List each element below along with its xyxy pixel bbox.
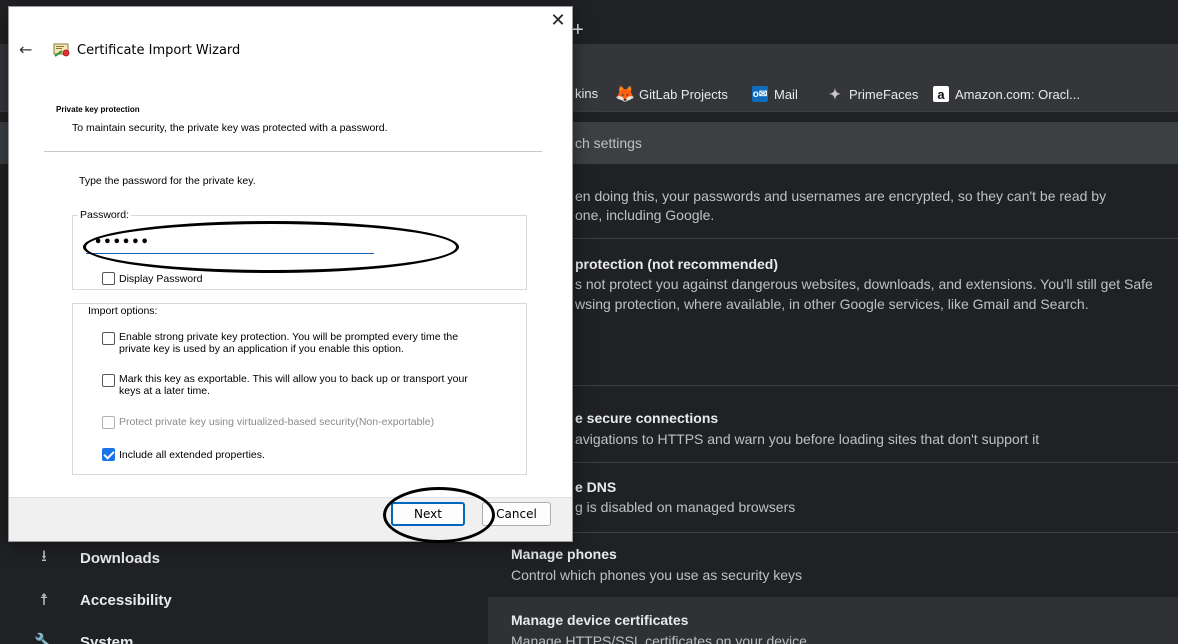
strong-protection-checkbox[interactable] <box>102 332 115 345</box>
bookmark-label: PrimeFaces <box>849 86 919 102</box>
nav-item-label: System <box>80 633 134 644</box>
accessibility-icon: ☨ <box>39 592 49 609</box>
wizard-separator <box>44 151 542 152</box>
secure-connections-text: avigations to HTTPS and warn you before … <box>575 431 1040 447</box>
strong-protection-label: Enable strong private key protection. Yo… <box>119 331 458 355</box>
nav-item-label: Downloads <box>80 549 161 567</box>
settings-left-nav: ⭳ Downloads ☨ Accessibility 🔧 System <box>0 538 488 644</box>
bookmark-label: Mail <box>774 86 798 102</box>
bookmark-amazon[interactable]: a Amazon.com: Oracl... <box>933 86 1080 102</box>
nav-item-label: Accessibility <box>80 591 172 609</box>
option-line: Enable strong private key protection. Yo… <box>119 331 459 343</box>
display-password-checkbox[interactable] <box>102 272 115 285</box>
manage-certs-text: Manage HTTPS/SSL certificates on your de… <box>511 633 807 644</box>
manage-phones-title[interactable]: Manage phones <box>511 546 617 562</box>
virtualized-security-label: Protect private key using virtualized-ba… <box>119 416 435 428</box>
bookmark-label: kins <box>575 86 599 101</box>
manage-phones-text: Control which phones you use as security… <box>511 567 803 583</box>
next-button[interactable]: Next <box>391 502 465 526</box>
cancel-button[interactable]: Cancel <box>482 502 551 526</box>
no-protection-title[interactable]: protection (not recommended) <box>575 256 778 272</box>
gitlab-icon: 🦊 <box>615 86 635 103</box>
manage-certs-title: Manage device certificates <box>511 612 689 628</box>
bookmark-label: GitLab Projects <box>639 86 728 102</box>
virtualized-security-checkbox <box>102 416 115 429</box>
download-icon: ⭳ <box>41 547 47 565</box>
bookmark-mail[interactable]: o✉ Mail <box>752 86 798 102</box>
wizard-description: To maintain security, the private key wa… <box>72 122 388 134</box>
display-password-label: Display Password <box>119 273 203 285</box>
no-protection-text: s not protect you against dangerous webs… <box>575 276 1153 292</box>
safe-browsing-text: en doing this, your passwords and userna… <box>575 188 1107 204</box>
manage-device-certificates-row[interactable]: Manage device certificates Manage HTTPS/… <box>488 597 1178 644</box>
nav-item-system[interactable]: 🔧 System <box>0 627 488 644</box>
wrench-icon: 🔧 <box>34 634 54 644</box>
primefaces-icon: ✦ <box>829 85 841 102</box>
close-icon[interactable]: ✕ <box>546 9 570 33</box>
outlook-mail-icon: o✉ <box>752 86 768 102</box>
new-tab-button[interactable]: + <box>572 18 584 42</box>
secure-dns-title[interactable]: e DNS <box>575 479 616 495</box>
bookmark-label: Amazon.com: Oracl... <box>955 86 1080 102</box>
option-line: keys at a later time. <box>119 385 211 397</box>
secure-connections-title[interactable]: e secure connections <box>575 410 718 426</box>
bookmark-gitlab[interactable]: 🦊 GitLab Projects <box>615 86 728 103</box>
option-line: private key is used by an application if… <box>119 343 404 355</box>
wizard-title: Certificate Import Wizard <box>77 43 241 58</box>
type-password-instruction: Type the password for the private key. <box>79 175 256 187</box>
import-options-label: Import options: <box>86 305 160 317</box>
option-line: Mark this key as exportable. This will a… <box>119 373 468 385</box>
divider <box>488 532 1178 533</box>
nav-item-downloads[interactable]: ⭳ Downloads <box>0 543 488 573</box>
mark-exportable-label: Mark this key as exportable. This will a… <box>119 373 468 397</box>
password-label: Password: <box>78 209 132 221</box>
extended-properties-checkbox[interactable] <box>102 448 115 461</box>
safe-browsing-text: one, including Google. <box>575 207 715 223</box>
bookmark-jenkins[interactable]: kins <box>575 86 598 101</box>
nav-item-accessibility[interactable]: ☨ Accessibility <box>0 585 488 615</box>
mark-exportable-checkbox[interactable] <box>102 374 115 387</box>
password-input[interactable] <box>86 232 374 254</box>
amazon-icon: a <box>933 86 949 102</box>
wizard-heading: Private key protection <box>56 105 140 114</box>
divider <box>488 462 1178 463</box>
extended-properties-label: Include all extended properties. <box>119 449 265 461</box>
no-protection-text: wsing protection, where available, in ot… <box>575 296 1089 312</box>
divider <box>488 238 1178 239</box>
secure-dns-text: g is disabled on managed browsers <box>575 499 796 515</box>
certificate-icon <box>53 43 70 57</box>
bookmark-primefaces[interactable]: ✦ PrimeFaces <box>827 86 918 102</box>
divider <box>488 385 1178 386</box>
back-arrow-icon[interactable]: ← <box>19 40 32 59</box>
search-placeholder: ch settings <box>575 135 642 151</box>
